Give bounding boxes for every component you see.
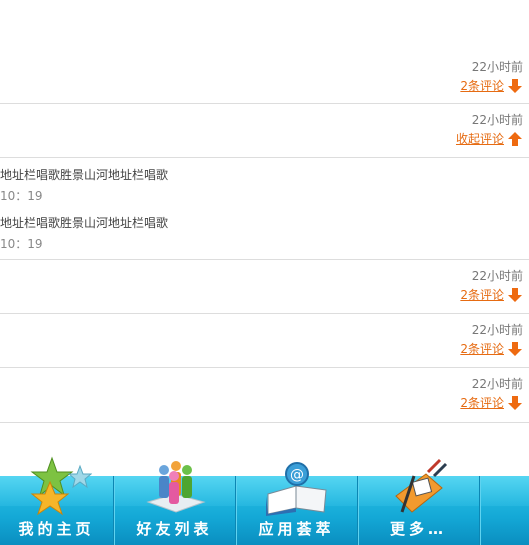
stars-icon bbox=[30, 456, 92, 516]
comments-toggle[interactable]: 收起评论 bbox=[456, 131, 523, 147]
feed-item: 22小时前 2条评论 bbox=[0, 368, 529, 423]
arrow-down-icon bbox=[508, 79, 522, 93]
timestamp: 22小时前 bbox=[471, 377, 523, 391]
comment-time: 10：19 bbox=[0, 189, 43, 203]
comments-toggle-label: 2条评论 bbox=[460, 288, 504, 302]
feed-item: 22小时前 2条评论 bbox=[0, 0, 529, 104]
nav-my-homepage[interactable]: 我的主页 bbox=[0, 456, 113, 545]
arrow-down-icon bbox=[508, 396, 522, 410]
arrow-down-icon bbox=[508, 288, 522, 302]
svg-text:@: @ bbox=[290, 467, 304, 483]
comments-toggle-label: 2条评论 bbox=[460, 79, 504, 93]
feed-item-meta: 22小时前 2条评论 bbox=[460, 322, 523, 357]
comment-text: 地址栏唱歌胜景山河地址栏唱歌 bbox=[0, 168, 169, 182]
comments-toggle-label: 2条评论 bbox=[460, 342, 504, 356]
friends-icon bbox=[145, 461, 206, 513]
paint-tools-icon bbox=[394, 458, 447, 513]
comments-toggle-label: 2条评论 bbox=[460, 396, 504, 410]
comments-toggle[interactable]: 2条评论 bbox=[460, 287, 523, 303]
feed-item-meta: 22小时前 收起评论 bbox=[456, 112, 523, 147]
nav-apps[interactable]: @ 应用荟萃 bbox=[236, 462, 357, 545]
nav-label: 我的主页 bbox=[18, 520, 95, 538]
book-icon: @ bbox=[265, 462, 327, 516]
feed-item-meta: 22小时前 2条评论 bbox=[460, 376, 523, 411]
arrow-up-icon bbox=[508, 132, 522, 146]
comments-toggle[interactable]: 2条评论 bbox=[460, 341, 523, 357]
timestamp: 22小时前 bbox=[471, 113, 523, 127]
feed-item: 22小时前 收起评论 bbox=[0, 104, 529, 158]
comments-toggle[interactable]: 2条评论 bbox=[460, 78, 523, 94]
feed-item: 22小时前 2条评论 bbox=[0, 314, 529, 368]
bottom-nav-bar: 我的主页 好友列表 @ 应用荟萃 更多… bbox=[0, 456, 529, 545]
comment-text: 地址栏唱歌胜景山河地址栏唱歌 bbox=[0, 216, 169, 230]
comments-toggle-label: 收起评论 bbox=[455, 132, 504, 146]
timestamp: 22小时前 bbox=[471, 60, 523, 74]
comment-time: 10：19 bbox=[0, 237, 43, 251]
comments-toggle[interactable]: 2条评论 bbox=[460, 395, 523, 411]
feed-item: 22小时前 2条评论 bbox=[0, 260, 529, 314]
nav-label: 应用荟萃 bbox=[258, 520, 335, 538]
nav-label: 更多… bbox=[389, 520, 447, 538]
nav-friends-list[interactable]: 好友列表 bbox=[114, 461, 235, 545]
comment-thread: 地址栏唱歌胜景山河地址栏唱歌 10：19 地址栏唱歌胜景山河地址栏唱歌 10：1… bbox=[0, 158, 529, 260]
nav-label: 好友列表 bbox=[136, 520, 213, 538]
timestamp: 22小时前 bbox=[471, 269, 523, 283]
feed-list: 22小时前 2条评论 22小时前 收起评论 地址栏唱歌胜景山河地址栏唱歌 10：… bbox=[0, 0, 529, 476]
feed-item-meta: 22小时前 2条评论 bbox=[460, 59, 523, 94]
feed-item-meta: 22小时前 2条评论 bbox=[460, 268, 523, 303]
nav-more[interactable]: 更多… bbox=[358, 458, 479, 545]
timestamp: 22小时前 bbox=[471, 323, 523, 337]
arrow-down-icon bbox=[508, 342, 522, 356]
nav-divider bbox=[479, 476, 480, 545]
